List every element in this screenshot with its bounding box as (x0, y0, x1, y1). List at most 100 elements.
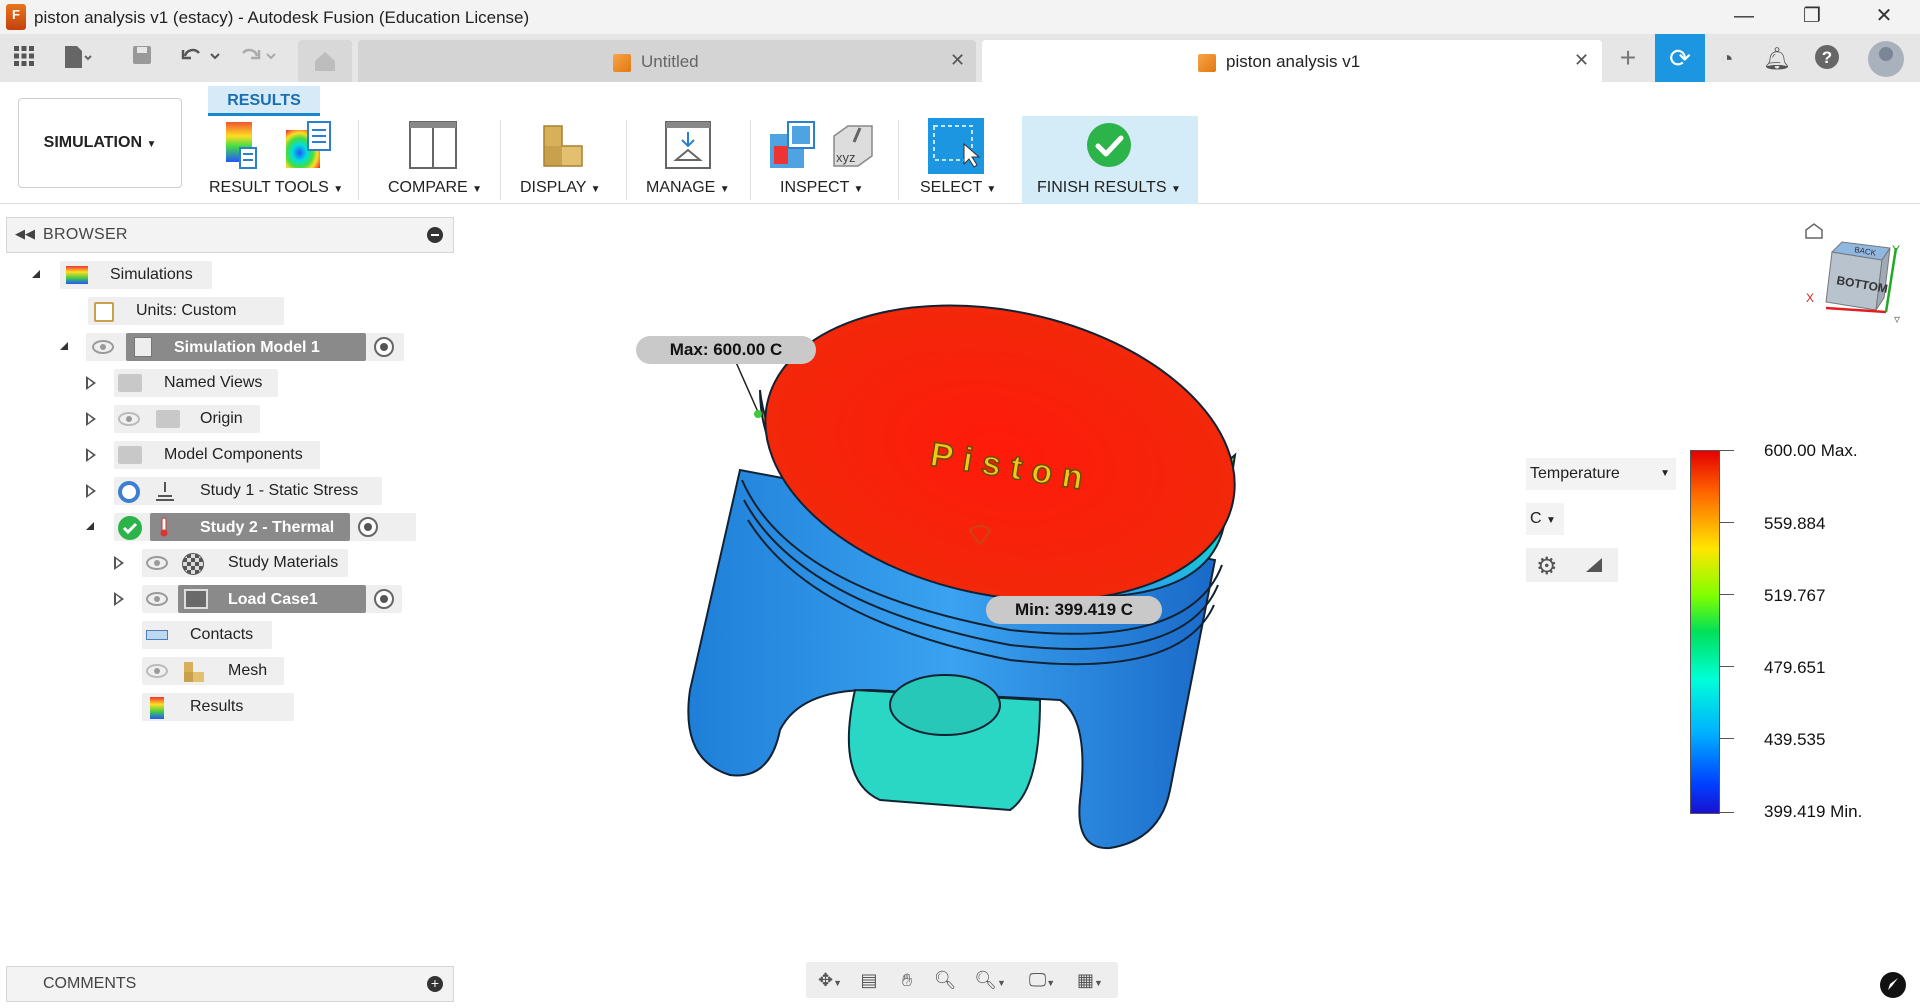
tab-piston-analysis-close-icon[interactable]: ✕ (1574, 50, 1589, 71)
legend-tick (1720, 450, 1734, 451)
browser-node-study-1[interactable]: Study 1 - Static Stress (30, 476, 390, 506)
hidden-eye-icon[interactable] (118, 412, 140, 426)
expand-closed-icon[interactable] (86, 412, 96, 426)
expand-open-icon[interactable] (86, 522, 94, 530)
select-menu[interactable]: SELECT ▼ (920, 179, 996, 197)
browser-node-named-views[interactable]: Named Views (30, 368, 330, 398)
min-value-callout[interactable]: Min: 399.419 C (986, 596, 1162, 624)
workspace-switcher-button[interactable]: SIMULATION ▼ (18, 98, 182, 188)
legend-value: 479.651 (1764, 658, 1826, 677)
checkmark-icon[interactable] (1086, 122, 1132, 168)
result-tools-menu[interactable]: RESULT TOOLS ▼ (209, 179, 343, 197)
undo-icon[interactable] (178, 44, 224, 72)
visibility-eye-icon[interactable] (92, 340, 114, 354)
save-icon[interactable] (128, 44, 156, 72)
result-type-dropdown[interactable]: Temperature ▼ (1526, 458, 1676, 490)
minimize-button[interactable]: — (1716, 0, 1772, 34)
activate-radio-icon[interactable] (358, 517, 378, 537)
display-menu[interactable]: DISPLAY ▼ (520, 179, 600, 197)
viewcube-menu-icon[interactable]: ▿ (1894, 312, 1900, 326)
browser-node-mesh[interactable]: Mesh (30, 656, 330, 686)
expand-closed-icon[interactable] (86, 448, 96, 462)
user-avatar[interactable] (1868, 41, 1904, 77)
inspect-results-icon[interactable] (768, 120, 818, 170)
select-icon[interactable] (928, 118, 984, 174)
mesh-icon (184, 662, 204, 682)
expand-closed-icon[interactable] (86, 376, 96, 390)
browser-node-label: Simulation Model 1 (174, 339, 320, 356)
chevron-down-icon: ▼ (719, 184, 730, 195)
compare-icon[interactable] (408, 120, 458, 170)
browser-node-results[interactable]: Results (30, 692, 330, 722)
expand-closed-icon[interactable] (86, 484, 96, 498)
group-divider (750, 120, 751, 200)
grid-settings-icon[interactable]: ▦▼ (1070, 968, 1110, 992)
redo-icon[interactable] (234, 44, 280, 72)
browser-node-label: Named Views (164, 374, 263, 391)
add-comment-icon[interactable]: + (427, 976, 443, 992)
expand-open-icon[interactable] (60, 342, 68, 350)
result-tools-label: RESULT TOOLS (209, 179, 329, 196)
finish-results-menu[interactable]: FINISH RESULTS ▼ (1037, 179, 1181, 197)
expand-closed-icon[interactable] (114, 592, 124, 606)
hidden-eye-icon[interactable] (146, 664, 168, 678)
compare-menu[interactable]: COMPARE ▼ (388, 179, 482, 197)
manage-icon[interactable] (664, 120, 712, 170)
app-grid-icon[interactable] (10, 44, 38, 72)
tab-piston-analysis[interactable]: piston analysis v1 ✕ (982, 40, 1602, 82)
home-tab-button[interactable] (298, 40, 352, 82)
collapse-panel-icon[interactable]: ◀◀ (15, 226, 35, 242)
display-icon[interactable] (542, 124, 586, 168)
notifications-bell-icon[interactable]: 🔔︎ (1762, 44, 1792, 74)
browser-node-study-2-thermal[interactable]: Study 2 - Thermal (30, 512, 416, 542)
visibility-eye-icon[interactable] (146, 592, 168, 606)
design-cube-icon (613, 54, 631, 72)
browser-node-study-materials[interactable]: Study Materials (30, 548, 360, 578)
zoom-icon[interactable]: 🔍︎ (932, 968, 958, 992)
maximize-button[interactable]: ❐ (1784, 0, 1840, 34)
display-settings-icon[interactable]: 🖵▼ (1022, 968, 1062, 992)
deformation-scale-icon[interactable] (1584, 556, 1604, 579)
contour-plot-icon[interactable] (284, 120, 334, 170)
expand-open-icon[interactable] (32, 270, 40, 278)
legend-tools: ⚙ (1526, 548, 1618, 582)
tab-untitled[interactable]: Untitled ✕ (358, 40, 976, 82)
minimize-panel-icon[interactable] (427, 227, 443, 243)
result-plot-icon[interactable] (224, 120, 258, 170)
browser-node-origin[interactable]: Origin (30, 404, 330, 434)
viewcube[interactable]: BACK BOTTOM X Y (1796, 218, 1900, 324)
tab-results[interactable]: RESULTS (208, 86, 320, 116)
sync-icon[interactable]: ⟳ (1655, 34, 1705, 82)
browser-node-simulation-model[interactable]: Simulation Model 1 (30, 332, 404, 362)
unit-dropdown[interactable]: C ▼ (1526, 503, 1564, 535)
pan-hand-icon[interactable]: ✋︎ (894, 968, 920, 992)
svg-text:?: ? (1822, 48, 1832, 67)
feedback-icon[interactable] (1880, 972, 1906, 998)
close-window-button[interactable]: ✕ (1856, 0, 1912, 34)
orbit-icon[interactable]: ✥▼ (812, 968, 848, 992)
max-value-callout[interactable]: Max: 600.00 C (636, 336, 816, 364)
browser-node-model-components[interactable]: Model Components (30, 440, 350, 470)
visibility-eye-icon[interactable] (146, 556, 168, 570)
activate-radio-icon[interactable] (374, 337, 394, 357)
probe-xyz-icon[interactable]: xyz (830, 120, 878, 170)
home-view-icon[interactable] (1805, 223, 1823, 239)
browser-node-load-case[interactable]: Load Case1 (30, 584, 402, 614)
new-tab-button[interactable]: + (1610, 40, 1646, 78)
browser-panel-header[interactable]: ◀◀ BROWSER (6, 217, 454, 253)
activate-radio-icon[interactable] (374, 589, 394, 609)
inspect-menu[interactable]: INSPECT ▼ (780, 179, 863, 197)
comments-panel-header[interactable]: COMMENTS + (6, 966, 454, 1002)
legend-settings-gear-icon[interactable]: ⚙ (1536, 552, 1558, 581)
expand-closed-icon[interactable] (114, 556, 124, 570)
look-at-icon[interactable]: ▤ (856, 968, 882, 992)
manage-menu[interactable]: MANAGE ▼ (646, 179, 730, 197)
browser-node-contacts[interactable]: Contacts (30, 620, 330, 650)
browser-node-simulations[interactable]: Simulations (30, 260, 330, 290)
job-status-icon[interactable]: ◔ (1712, 44, 1742, 74)
browser-node-units[interactable]: Units: Custom (30, 296, 330, 326)
fit-zoom-icon[interactable]: 🔍︎▼ (970, 968, 1010, 992)
file-menu-icon[interactable] (62, 44, 92, 72)
help-icon[interactable]: ? (1812, 44, 1842, 74)
tab-untitled-close-icon[interactable]: ✕ (950, 50, 965, 71)
